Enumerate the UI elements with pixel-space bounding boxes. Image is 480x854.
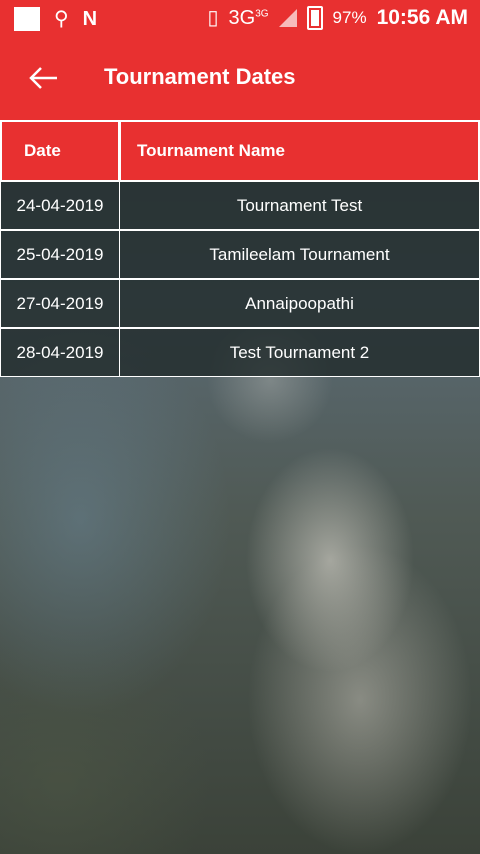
date-cell: 28-04-2019 (0, 328, 120, 377)
signal-icon (278, 9, 297, 27)
tournament-name-cell: Tamileelam Tournament (119, 230, 480, 279)
network-type: 3G3G (228, 6, 269, 29)
battery-icon (306, 6, 323, 30)
clock: 10:56 AM (376, 6, 468, 29)
battery-percent: 97% (332, 8, 367, 27)
page-title: Tournament Dates (104, 64, 296, 89)
date-cell: 24-04-2019 (0, 181, 120, 230)
date-cell: 27-04-2019 (0, 279, 120, 328)
vibrate-icon: ▯ (207, 7, 219, 29)
table-row[interactable]: 25-04-2019 Tamileelam Tournament (0, 230, 480, 279)
table-row[interactable]: 28-04-2019 Test Tournament 2 (0, 328, 480, 377)
column-header-date: Date (0, 120, 120, 182)
column-header-tournament-name: Tournament Name (119, 120, 480, 182)
status-bar: ⚲ N ▯ 3G3G 97% 10:56 AM (0, 0, 480, 38)
arrow-left-icon (29, 67, 57, 89)
tournament-name-cell: Tournament Test (119, 181, 480, 230)
date-cell: 25-04-2019 (0, 230, 120, 279)
app-bar: Tournament Dates (0, 38, 480, 120)
table-header: Date Tournament Name (0, 120, 480, 182)
tournament-name-cell: Test Tournament 2 (119, 328, 480, 377)
usb-icon: ⚲ (54, 8, 69, 30)
table-row[interactable]: 24-04-2019 Tournament Test (0, 181, 480, 230)
tournament-name-cell: Annaipoopathi (119, 279, 480, 328)
n-app-icon: N (82, 8, 98, 30)
notification-icon (14, 7, 40, 31)
back-button[interactable] (24, 58, 64, 98)
table-row[interactable]: 27-04-2019 Annaipoopathi (0, 279, 480, 328)
